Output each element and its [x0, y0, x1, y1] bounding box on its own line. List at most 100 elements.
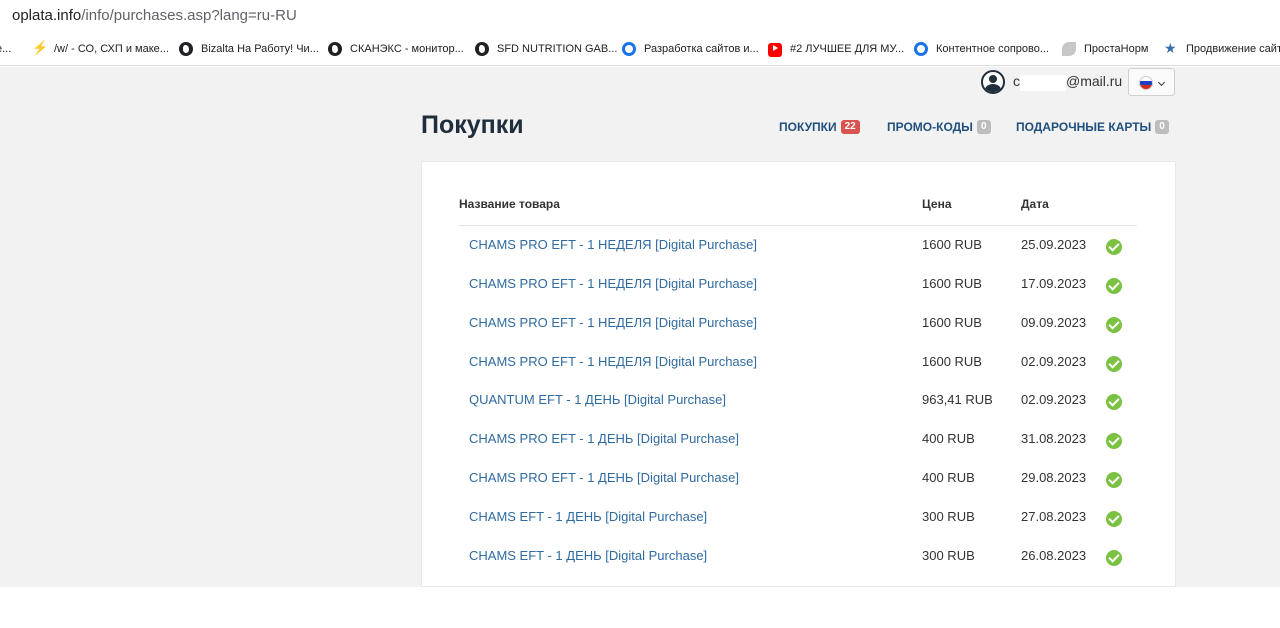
russia-flag-icon [1139, 76, 1153, 90]
purchase-date: 25.09.2023 [1021, 237, 1087, 252]
purchase-date: 26.08.2023 [1021, 548, 1087, 563]
product-link[interactable]: CHAMS PRO EFT - 1 ДЕНЬ [Digital Purchase… [469, 431, 739, 446]
youtube-icon [768, 43, 782, 57]
tab-label: ПОКУПКИ [779, 120, 837, 134]
bookmark-label: Разработка сайтов и... [644, 43, 759, 55]
bolt-icon [32, 40, 48, 56]
user-email: с @mail.ru [1013, 73, 1123, 91]
check-circle-icon [1106, 239, 1122, 255]
bookmark-6[interactable]: #2 ЛУЧШЕЕ ДЛЯ МУ... [768, 41, 904, 57]
user-menu[interactable]: с @mail.ru [981, 70, 1122, 94]
bookmark-7[interactable]: Контентное сопрово... [914, 41, 1049, 57]
tab-purchases[interactable]: ПОКУПКИ 22 [779, 120, 860, 134]
bookmark-3[interactable]: СКАНЭКС - монитор... [328, 41, 464, 57]
product-price: 1600 RUB [922, 354, 982, 369]
product-price: 1600 RUB [922, 237, 982, 252]
bookmark-label: /w/ - СО, СХП и маке... [54, 43, 169, 55]
check-circle-icon [1106, 356, 1122, 372]
bookmark-label: Продвижение сайт [1186, 43, 1280, 55]
tab-label: ПОДАРОЧНЫЕ КАРТЫ [1016, 120, 1152, 134]
bookmark-2[interactable]: Bizalta На Работу! Чи... [179, 41, 319, 57]
bookmark-1[interactable]: /w/ - СО, СХП и маке... [32, 40, 169, 57]
purchase-date: 02.09.2023 [1021, 354, 1087, 369]
bookmark-8[interactable]: ПростаНорм [1062, 41, 1148, 57]
bookmark-label: #2 ЛУЧШЕЕ ДЛЯ МУ... [790, 43, 905, 55]
check-circle-icon [1106, 278, 1122, 294]
tab-promo-codes[interactable]: ПРОМО-КОДЫ 0 [887, 120, 991, 134]
column-header-date: Дата [1021, 197, 1049, 211]
language-select[interactable] [1128, 68, 1175, 96]
bookmark-label: SFD NUTRITION GAB... [497, 43, 618, 55]
product-link[interactable]: CHAMS PRO EFT - 1 НЕДЕЛЯ [Digital Purcha… [469, 237, 757, 252]
product-price: 1600 RUB [922, 276, 982, 291]
check-circle-icon [1106, 511, 1122, 527]
count-badge: 0 [976, 120, 991, 134]
bookmarks-bar: е... /w/ - СО, СХП и маке... Bizalta На … [0, 32, 1280, 66]
product-price: 400 RUB [922, 470, 975, 485]
check-circle-icon [1106, 472, 1122, 488]
product-link[interactable]: CHAMS PRO EFT - 1 НЕДЕЛЯ [Digital Purcha… [469, 354, 757, 369]
table-row: CHAMS EFT - 1 ДЕНЬ [Digital Purchase] 30… [458, 498, 1137, 536]
product-link[interactable]: CHAMS PRO EFT - 1 НЕДЕЛЯ [Digital Purcha… [469, 315, 757, 330]
globe-icon [475, 42, 489, 56]
column-header-price: Цена [922, 197, 952, 211]
purchase-date: 02.09.2023 [1021, 392, 1087, 407]
table-row: CHAMS PRO EFT - 1 ДЕНЬ [Digital Purchase… [458, 420, 1137, 458]
globe-icon [179, 42, 193, 56]
redacted-area [1020, 74, 1066, 91]
column-header-name: Название товара [459, 197, 560, 211]
table-row: CHAMS PRO EFT - 1 НЕДЕЛЯ [Digital Purcha… [458, 304, 1137, 342]
tab-label: ПРОМО-КОДЫ [887, 120, 973, 134]
product-link[interactable]: CHAMS EFT - 1 ДЕНЬ [Digital Purchase] [469, 509, 707, 524]
user-avatar-icon [981, 70, 1005, 94]
product-price: 963,41 RUB [922, 392, 993, 407]
table-row: CHAMS EFT - 1 ДЕНЬ [Digital Purchase] 30… [458, 537, 1137, 575]
url-path: /info/purchases.asp?lang=ru-RU [81, 7, 297, 24]
product-link[interactable]: CHAMS PRO EFT - 1 ДЕНЬ [Digital Purchase… [469, 470, 739, 485]
product-price: 300 RUB [922, 509, 975, 524]
check-circle-icon [1106, 317, 1122, 333]
purchase-date: 31.08.2023 [1021, 431, 1087, 446]
count-badge: 0 [1155, 120, 1169, 134]
bookmark-5[interactable]: Разработка сайтов и... [622, 41, 759, 57]
url-text[interactable]: oplata.info/info/purchases.asp?lang=ru-R… [12, 7, 297, 24]
check-circle-icon [1106, 394, 1122, 410]
g-icon [622, 42, 636, 56]
table-row: CHAMS PRO EFT - 1 НЕДЕЛЯ [Digital Purcha… [458, 265, 1137, 303]
bookmark-label: е... [0, 43, 12, 55]
bookmark-4[interactable]: SFD NUTRITION GAB... [475, 41, 617, 57]
bookmark-label: Контентное сопрово... [936, 43, 1050, 55]
bookmark-label: Bizalta На Работу! Чи... [201, 43, 319, 55]
product-price: 1600 RUB [922, 315, 982, 330]
check-circle-icon [1106, 550, 1122, 566]
table-row: CHAMS PRO EFT - 1 НЕДЕЛЯ [Digital Purcha… [458, 226, 1137, 264]
bookmark-9[interactable]: Продвижение сайт [1164, 40, 1280, 57]
purchase-date: 09.09.2023 [1021, 315, 1087, 330]
chevron-down-icon [1157, 78, 1166, 87]
star-icon [1164, 40, 1178, 57]
tab-gift-cards[interactable]: ПОДАРОЧНЫЕ КАРТЫ 0 [1016, 120, 1169, 134]
globe-icon [328, 42, 342, 56]
product-link[interactable]: CHAMS EFT - 1 ДЕНЬ [Digital Purchase] [469, 548, 707, 563]
g-icon [914, 42, 928, 56]
count-badge: 22 [840, 120, 860, 134]
page-title: Покупки [421, 111, 524, 139]
table-row: CHAMS PRO EFT - 1 ДЕНЬ [Digital Purchase… [458, 459, 1137, 497]
product-link[interactable]: QUANTUM EFT - 1 ДЕНЬ [Digital Purchase] [469, 392, 726, 407]
leaf-icon [1062, 42, 1076, 56]
bookmark-0[interactable]: е... [0, 41, 11, 57]
url-host: oplata.info [12, 7, 82, 24]
product-link[interactable]: CHAMS PRO EFT - 1 НЕДЕЛЯ [Digital Purcha… [469, 276, 757, 291]
address-bar[interactable]: oplata.info/info/purchases.asp?lang=ru-R… [0, 0, 1280, 32]
purchase-date: 29.08.2023 [1021, 470, 1087, 485]
bookmark-label: ПростаНорм [1084, 43, 1149, 55]
table-row: CHAMS PRO EFT - 1 НЕДЕЛЯ [Digital Purcha… [458, 343, 1137, 381]
purchase-date: 27.08.2023 [1021, 509, 1087, 524]
product-price: 300 RUB [922, 548, 975, 563]
purchase-date: 17.09.2023 [1021, 276, 1087, 291]
check-circle-icon [1106, 433, 1122, 449]
page-info-icon[interactable] [0, 8, 4, 22]
bookmark-label: СКАНЭКС - монитор... [350, 43, 464, 55]
table-row: QUANTUM EFT - 1 ДЕНЬ [Digital Purchase] … [458, 381, 1137, 419]
product-price: 400 RUB [922, 431, 975, 446]
